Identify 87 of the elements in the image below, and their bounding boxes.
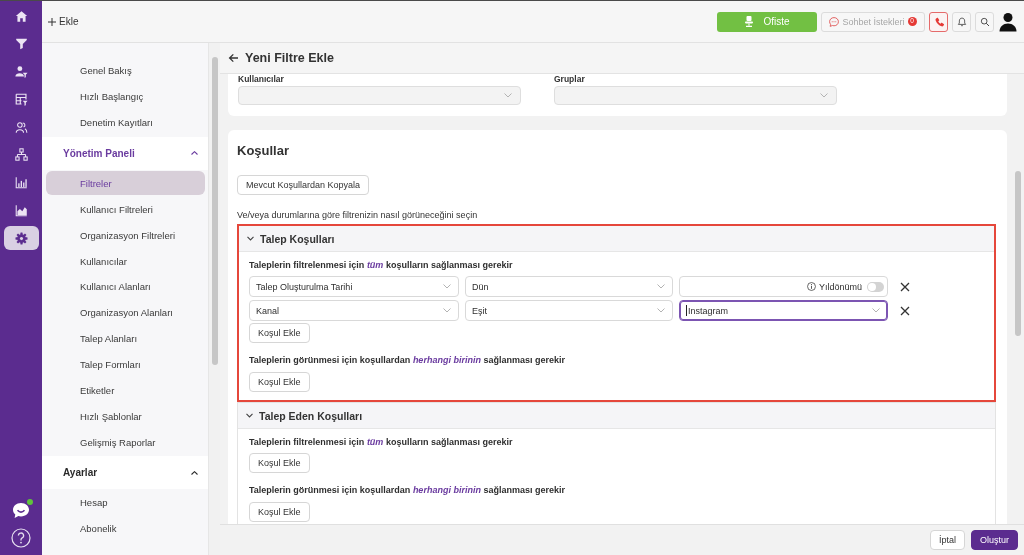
help-icon[interactable] bbox=[11, 528, 31, 548]
area-chart-icon bbox=[14, 203, 28, 217]
field-label: Gruplar bbox=[554, 74, 586, 84]
cancel-button[interactable]: İptal bbox=[929, 530, 965, 550]
sidebar-item[interactable]: Gelişmiş Raporlar bbox=[46, 430, 205, 455]
chevron-down-icon bbox=[504, 93, 512, 98]
section-header[interactable]: Talep Koşulları bbox=[239, 226, 994, 252]
rule-text: Taleplerin filtrelenmesi için tüm koşulların sağlanması gerekir bbox=[249, 437, 514, 448]
nav-button[interactable] bbox=[3, 226, 39, 250]
rule-text: Taleplerin filtrelenmesi için tüm koşulların sağlanması gerekir bbox=[249, 260, 514, 271]
chevron-down-icon bbox=[246, 413, 253, 418]
scrollbar-thumb[interactable] bbox=[1015, 171, 1021, 336]
sidebar-item[interactable]: Denetim Kayıtları bbox=[46, 110, 205, 135]
sidebar-item[interactable]: Abonelik bbox=[46, 516, 205, 541]
rule-text: Taleplerin görünmesi için koşullardan herhangi birinin sağlanması gerekir bbox=[249, 355, 566, 366]
add-condition-button[interactable]: Koşul Ekle bbox=[249, 323, 310, 343]
field-select[interactable]: Talep Oluşturulma Tarihi bbox=[249, 276, 459, 297]
chevron-down-icon bbox=[443, 308, 451, 313]
user-funnel-icon bbox=[14, 65, 28, 78]
sidebar-item[interactable]: Kullanıcı Alanları bbox=[46, 274, 205, 299]
info-icon bbox=[806, 282, 816, 291]
sidebar-item[interactable]: Hızlı Şablonlar bbox=[46, 404, 205, 429]
add-condition-button[interactable]: Koşul Ekle bbox=[249, 502, 310, 522]
avatar-icon[interactable] bbox=[998, 11, 1018, 32]
chevron-down-icon bbox=[657, 308, 665, 313]
section-heading: Koşullar bbox=[237, 143, 290, 159]
sidebar-item[interactable]: Hesap bbox=[46, 490, 205, 515]
operator-select[interactable]: Dün bbox=[465, 276, 673, 297]
sidebar-item[interactable]: Organizasyon Alanları bbox=[46, 300, 205, 325]
sidebar-item[interactable]: Talep Formları bbox=[46, 352, 205, 377]
toggle-label: Yıldönümü bbox=[818, 281, 862, 292]
sidebar-group-header[interactable]: Yönetim Paneli bbox=[42, 136, 208, 170]
field-select[interactable]: Kanal bbox=[249, 300, 459, 321]
sidebar-item[interactable]: Hızlı Başlangıç bbox=[46, 84, 205, 109]
chevron-down-icon bbox=[247, 236, 254, 241]
sidebar-item[interactable]: Talep Alanları bbox=[46, 326, 205, 351]
text-cursor-icon bbox=[686, 305, 687, 316]
sidebar-item[interactable]: Kullanıcılar bbox=[46, 249, 205, 273]
back-arrow-icon[interactable] bbox=[228, 52, 239, 64]
toggle-switch[interactable] bbox=[867, 281, 884, 292]
operator-select[interactable]: Eşit bbox=[465, 300, 673, 321]
phone-button[interactable] bbox=[929, 11, 948, 32]
home-icon bbox=[14, 9, 28, 23]
chat-smile-icon[interactable] bbox=[12, 502, 30, 519]
sidebar-item[interactable]: Genel Bakış bbox=[46, 58, 205, 83]
rule-text: Taleplerin görünmesi için koşullardan herhangi birinin sağlanması gerekir bbox=[249, 485, 566, 496]
chevron-down-icon bbox=[443, 284, 451, 289]
add-condition-button[interactable]: Koşul Ekle bbox=[249, 453, 310, 473]
create-button[interactable]: Oluştur bbox=[971, 530, 1018, 550]
chat-bubble-icon bbox=[829, 16, 840, 27]
table-funnel-icon bbox=[14, 92, 28, 106]
sidebar-item[interactable]: Etiketler bbox=[46, 378, 205, 403]
section-title: Talep Eden Koşulları bbox=[259, 409, 363, 422]
bar-chart-icon bbox=[14, 176, 28, 189]
chair-icon bbox=[744, 16, 755, 27]
caret-up-icon bbox=[191, 151, 198, 155]
caret-up-icon bbox=[191, 470, 198, 475]
field-label: Kullanıcılar bbox=[238, 74, 285, 84]
scrollbar-thumb[interactable] bbox=[212, 57, 218, 365]
close-icon[interactable] bbox=[900, 281, 910, 292]
search-icon bbox=[979, 16, 990, 27]
section-header[interactable]: Talep Eden Koşulları bbox=[238, 403, 995, 429]
page-title: Yeni Filtre Ekle bbox=[245, 51, 334, 65]
users-icon bbox=[14, 120, 28, 134]
phone-icon bbox=[933, 16, 944, 27]
chevron-down-icon bbox=[872, 308, 880, 313]
value-select[interactable]: Instagram bbox=[679, 300, 888, 321]
sidebar-item[interactable]: Organizasyon Filtreleri bbox=[46, 223, 205, 248]
sidebar-item[interactable]: Filtreler bbox=[46, 171, 205, 196]
sidebar-group-header[interactable]: Ayarlar bbox=[42, 456, 208, 489]
add-button[interactable]: Ekle bbox=[48, 16, 79, 27]
sidebar-item[interactable]: Kullanıcı Filtreleri bbox=[46, 197, 205, 222]
notifications-button[interactable] bbox=[952, 11, 971, 32]
hierarchy-icon bbox=[14, 148, 28, 162]
chevron-down-icon bbox=[657, 284, 665, 289]
gear-icon bbox=[14, 231, 28, 245]
copy-conditions-button[interactable]: Mevcut Koşullardan Kopyala bbox=[237, 175, 370, 195]
funnel-icon bbox=[14, 37, 28, 51]
hint-text: Ve/veya durumlarına göre filtrenizin nasıl görüneceğini seçin bbox=[237, 210, 479, 221]
value-field[interactable]: Yıldönümü bbox=[679, 276, 888, 297]
close-icon[interactable] bbox=[900, 305, 910, 316]
bell-icon bbox=[956, 16, 967, 27]
add-condition-button[interactable]: Koşul Ekle bbox=[249, 372, 310, 392]
search-button[interactable] bbox=[975, 11, 994, 32]
plus-icon bbox=[48, 17, 56, 26]
section-title: Talep Koşulları bbox=[260, 232, 335, 245]
chevron-down-icon bbox=[820, 93, 828, 98]
